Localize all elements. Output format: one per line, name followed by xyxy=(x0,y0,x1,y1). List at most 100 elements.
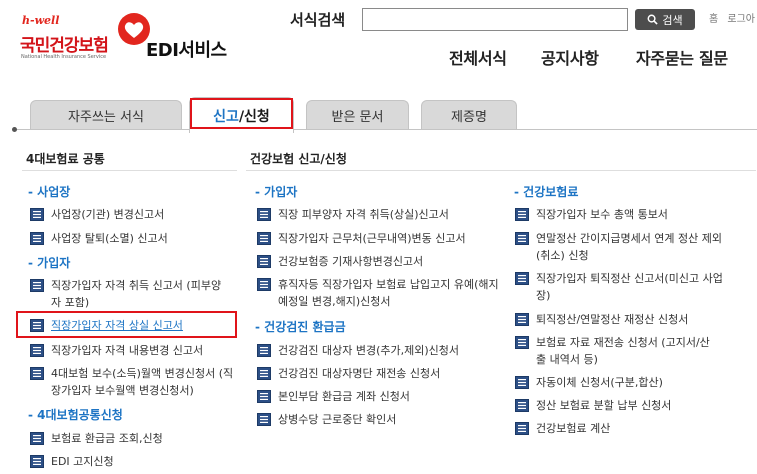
top-nav: 전체서식 공지사항 자주묻는 질문 xyxy=(0,45,757,69)
group-title-checkup-refund: - 건강검진 환급금 xyxy=(255,320,346,334)
nav-all-forms[interactable]: 전체서식 xyxy=(449,45,507,69)
form-link-label: 4대보험 보수(소득)월액 변경신청서 (직장가입자 보수월액 변경신청서) xyxy=(51,367,234,397)
form-link-label: 건강검진 대상자 변경(추가,제외)신청서 xyxy=(278,344,459,357)
home-link[interactable]: 홈 xyxy=(709,14,718,25)
form-link-label: 직장가입자 근무처(근무내역)변동 신고서 xyxy=(278,232,466,245)
form-link[interactable]: 건강검진 대상자명단 재전송 신청서 xyxy=(257,365,497,382)
form-link[interactable]: 자동이체 신청서(구분,합산) xyxy=(515,374,730,391)
group-title-subscriber: - 가입자 xyxy=(28,256,71,270)
document-icon xyxy=(257,208,271,221)
search-button[interactable]: 검색 xyxy=(635,9,695,30)
login-link[interactable]: 로그아 xyxy=(727,14,755,25)
document-icon xyxy=(515,376,529,389)
tab-received-docs[interactable]: 받은 문서 xyxy=(306,100,409,130)
form-link-label: 휴직자등 직장가입자 보험료 납입고지 유예(해지 예정일 변경,해지)신청서 xyxy=(278,278,499,308)
document-icon xyxy=(515,399,529,412)
document-icon xyxy=(30,344,44,357)
form-link[interactable]: 연말정산 간이지급명세서 연계 정산 제외(취소) 신청 xyxy=(515,230,730,264)
form-link[interactable]: 사업장 탈퇴(소멸) 신고서 xyxy=(30,230,230,247)
form-link[interactable]: 사업장(기관) 변경신고서 xyxy=(30,206,230,223)
form-link-label: 정산 보험료 분할 납부 신청서 xyxy=(536,399,672,412)
form-link-label: 직장가입자 자격 상실 신고서 xyxy=(51,319,183,332)
form-link[interactable]: 직장가입자 퇴직정산 신고서(미신고 사업장) xyxy=(515,270,730,304)
document-icon xyxy=(30,208,44,221)
document-icon xyxy=(515,232,529,245)
form-link-loss-of-qualification[interactable]: 직장가입자 자격 상실 신고서 xyxy=(30,317,230,334)
tab-frequent-forms[interactable]: 자주쓰는 서식 xyxy=(30,100,182,130)
document-icon xyxy=(30,319,44,332)
document-icon xyxy=(257,367,271,380)
form-link[interactable]: 상병수당 근로중단 확인서 xyxy=(257,411,497,428)
group-title-subscriber-health: - 가입자 xyxy=(255,185,298,199)
form-link[interactable]: 직장가입자 보수 총액 통보서 xyxy=(515,206,730,223)
search-button-label: 검색 xyxy=(662,13,683,27)
tab-report-apply[interactable]: 신고/신청 xyxy=(189,97,294,133)
tab-apply-label-part: /신청 xyxy=(238,108,270,125)
form-link[interactable]: 4대보험 보수(소득)월액 변경신청서 (직장가입자 보수월액 변경신청서) xyxy=(30,365,240,399)
form-link[interactable]: 휴직자등 직장가입자 보험료 납입고지 유예(해지 예정일 변경,해지)신청서 xyxy=(257,276,502,310)
document-icon xyxy=(515,313,529,326)
document-icon xyxy=(30,432,44,445)
form-link-label: 연말정산 간이지급명세서 연계 정산 제외(취소) 신청 xyxy=(536,232,723,262)
search-input[interactable] xyxy=(362,8,628,31)
form-link-label: 직장 피부양자 자격 취득(상실)신고서 xyxy=(278,208,449,221)
form-link-label: 본인부담 환급금 계좌 신청서 xyxy=(278,390,410,403)
form-link[interactable]: 건강검진 대상자 변경(추가,제외)신청서 xyxy=(257,342,497,359)
form-link[interactable]: 퇴직정산/연말정산 재정산 신청서 xyxy=(515,311,730,328)
document-icon xyxy=(30,455,44,468)
form-link-label: 건강보험료 계산 xyxy=(536,422,611,435)
form-link[interactable]: 본인부담 환급금 계좌 신청서 xyxy=(257,388,497,405)
form-link[interactable]: 보험료 자료 재전송 신청서 (고지서/산출 내역서 등) xyxy=(515,334,715,368)
document-icon xyxy=(257,413,271,426)
document-icon xyxy=(257,255,271,268)
document-icon xyxy=(257,232,271,245)
tab-frequent-forms-label: 자주쓰는 서식 xyxy=(68,110,144,125)
group-title-workplace: - 사업장 xyxy=(28,185,71,199)
form-link-label: 건강보험증 기재사항변경신고서 xyxy=(278,255,424,268)
tab-certificates-label: 제증명 xyxy=(451,110,487,125)
search-icon xyxy=(647,14,659,25)
form-link-label: 사업장(기관) 변경신고서 xyxy=(51,208,165,221)
form-link-label: 보험료 환급금 조회,신청 xyxy=(51,432,163,445)
form-link-label: 자동이체 신청서(구분,합산) xyxy=(536,376,663,389)
section-title-common: 4대보험료 공통 xyxy=(26,152,105,166)
form-link-label: 직장가입자 퇴직정산 신고서(미신고 사업장) xyxy=(536,272,723,302)
tab-received-docs-label: 받은 문서 xyxy=(331,110,384,125)
document-icon xyxy=(257,344,271,357)
tab-report-label-part: 신고 xyxy=(213,108,239,125)
group-title-4-insurance: - 4대보험공통신청 xyxy=(28,408,123,422)
form-link[interactable]: 직장가입자 자격 내용변경 신고서 xyxy=(30,342,235,359)
document-icon xyxy=(515,336,529,349)
form-link[interactable]: 직장 피부양자 자격 취득(상실)신고서 xyxy=(257,206,497,223)
panel-bullet xyxy=(12,127,17,132)
section-divider xyxy=(22,170,237,171)
logo-hwell-text: h-well xyxy=(22,14,60,27)
form-link[interactable]: 직장가입자 근무처(근무내역)변동 신고서 xyxy=(257,230,497,247)
form-link-label: EDI 고지신청 xyxy=(51,455,114,468)
form-link[interactable]: EDI 고지신청 xyxy=(30,453,230,470)
form-link-label: 상병수당 근로중단 확인서 xyxy=(278,413,397,426)
form-link-label: 건강검진 대상자명단 재전송 신청서 xyxy=(278,367,441,380)
document-icon xyxy=(515,208,529,221)
form-link[interactable]: 정산 보험료 분할 납부 신청서 xyxy=(515,397,730,414)
form-link[interactable]: 직장가입자 자격 취득 신고서 (피부양자 포함) xyxy=(30,277,225,311)
nav-faq[interactable]: 자주묻는 질문 xyxy=(636,45,728,69)
form-link-label: 보험료 자료 재전송 신청서 (고지서/산출 내역서 등) xyxy=(536,336,710,366)
form-link-label: 직장가입자 자격 취득 신고서 (피부양자 포함) xyxy=(51,279,222,309)
form-link[interactable]: 건강보험료 계산 xyxy=(515,420,730,437)
group-title-health-premium: - 건강보험료 xyxy=(514,185,579,199)
document-icon xyxy=(257,278,271,291)
document-icon xyxy=(257,390,271,403)
document-icon xyxy=(30,279,44,292)
form-link-label: 직장가입자 자격 내용변경 신고서 xyxy=(51,344,204,357)
form-link-label: 퇴직정산/연말정산 재정산 신청서 xyxy=(536,313,689,326)
tab-report-apply-label: 신고/신청 xyxy=(213,106,270,126)
form-link[interactable]: 건강보험증 기재사항변경신고서 xyxy=(257,253,497,270)
form-link-label: 직장가입자 보수 총액 통보서 xyxy=(536,208,668,221)
section-divider xyxy=(246,170,756,171)
form-link[interactable]: 보험료 환급금 조회,신청 xyxy=(30,430,230,447)
tab-certificates[interactable]: 제증명 xyxy=(421,100,517,130)
nav-notices[interactable]: 공지사항 xyxy=(541,45,599,69)
section-title-health: 건강보험 신고/신청 xyxy=(250,152,347,166)
util-links: 홈 로그아 xyxy=(709,10,757,25)
